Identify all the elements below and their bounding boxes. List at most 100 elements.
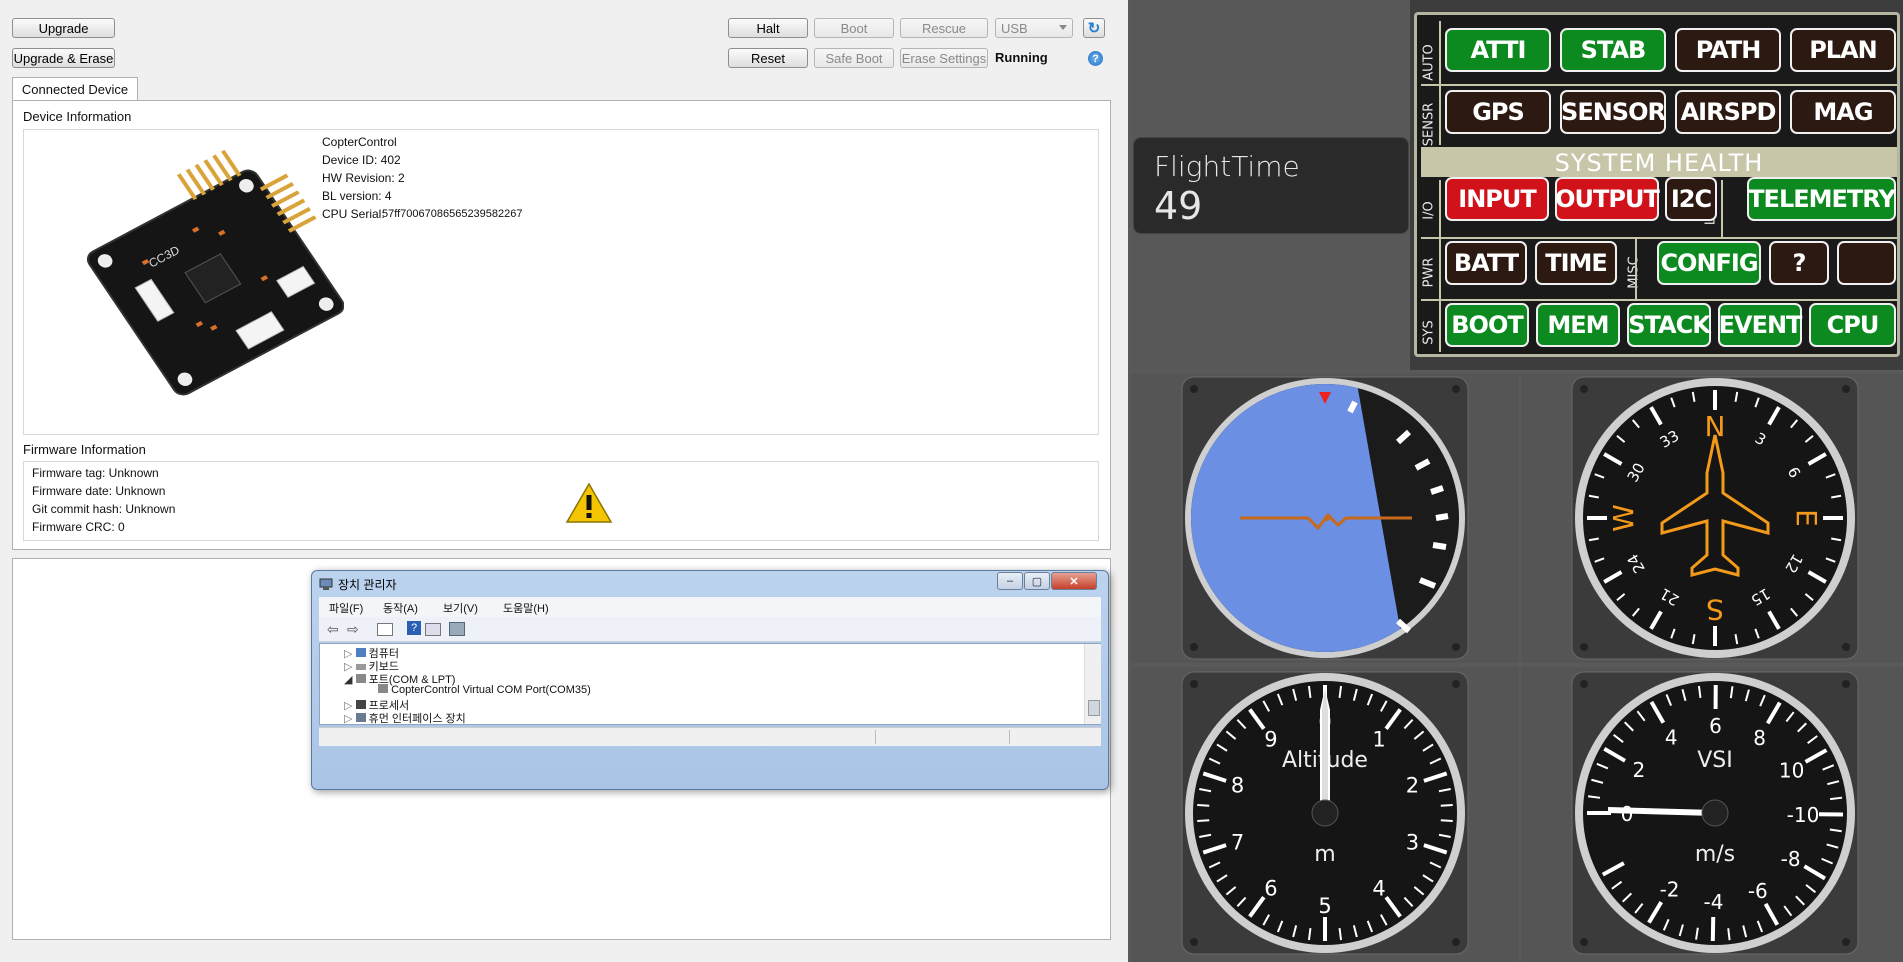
uploader-panel: Upgrade Upgrade & Erase Halt Reset Boot … [0,0,1128,962]
vsi-label: -10 [1787,803,1820,827]
update-driver-icon[interactable] [425,623,441,636]
gauge-tick [1197,803,1210,807]
time-button[interactable]: TIME [1535,241,1617,285]
altimeter-label: 5 [1318,894,1331,918]
cpu-button[interactable]: CPU [1809,303,1896,347]
upgrade-button[interactable]: Upgrade [12,18,115,38]
refresh-icon: ↻ [1087,20,1101,37]
system-health-frame: SYSTEM HEALTH AUTO SENSR I/O LINK PWR MI… [1414,12,1900,357]
tree-item-com-port[interactable]: CopterControl Virtual COM Port(COM35) [378,684,591,696]
boot-status-button[interactable]: BOOT [1445,303,1529,347]
flight-time-panel: FlightTime 49 [1131,0,1409,370]
warning-icon [565,482,613,523]
atti-button[interactable]: ATTI [1445,28,1551,72]
batt-button[interactable]: BATT [1445,241,1527,285]
config-button[interactable]: CONFIG [1657,241,1761,285]
device-info-group: CC3D CopterControl Device ID: 402 HW Rev… [23,129,1099,435]
scan-hardware-icon[interactable] [449,622,465,636]
help-icon[interactable]: ? [407,621,421,635]
gps-button[interactable]: GPS [1445,90,1551,134]
menu-view[interactable]: 보기(V) [443,600,478,616]
mag-button[interactable]: MAG [1790,90,1896,134]
vsi-label: -6 [1748,879,1768,903]
boot-button[interactable]: Boot [814,18,894,38]
vsi-unit: m/s [1695,842,1735,867]
scrollbar[interactable] [1084,644,1101,724]
mem-button[interactable]: MEM [1536,303,1620,347]
firmware-tag: Firmware tag: Unknown [32,466,159,480]
path-button[interactable]: PATH [1675,28,1781,72]
upgrade-erase-button[interactable]: Upgrade & Erase [12,48,115,68]
stack-button[interactable]: STACK [1627,303,1711,347]
status-bar [319,727,1101,746]
firmware-crc: Firmware CRC: 0 [32,520,125,534]
vsi-label: -4 [1704,890,1724,914]
device-manager-icon [319,578,333,590]
halt-button[interactable]: Halt [728,18,808,38]
altimeter-label: 8 [1231,774,1244,798]
gauge-tick [1440,803,1453,807]
scrollbar-thumb[interactable] [1088,700,1100,716]
altimeter-unit: m [1314,842,1335,867]
firmware-info-title: Firmware Information [23,442,146,457]
properties-icon[interactable] [377,623,393,636]
output-button[interactable]: OUTPUT [1555,177,1660,221]
forward-icon[interactable]: ⇨ [347,621,359,638]
maximize-button[interactable]: ▢ [1024,572,1050,590]
back-icon[interactable]: ⇦ [327,621,339,638]
tab-connected-device[interactable]: Connected Device [12,77,138,101]
device-manager-window: 장치 관리자 ‒ ▢ ✕ 파일(F) 동작(A) 보기(V) 도움말(H) ⇦ … [311,570,1109,790]
device-id: Device ID: 402 [322,153,401,167]
altimeter-label: 4 [1372,876,1385,900]
menu-help[interactable]: 도움말(H) [503,600,549,616]
safe-boot-button[interactable]: Safe Boot [814,48,894,68]
altimeter-gauge: 0123456789 Altitude m [1181,671,1469,955]
menu-action[interactable]: 동작(A) [383,600,418,616]
airspd-button[interactable]: AIRSPD [1675,90,1781,134]
vsi-label: -8 [1781,847,1801,871]
altimeter-label: 2 [1406,774,1419,798]
attitude-indicator [1181,376,1469,660]
vsi-label: 10 [1779,759,1804,783]
refresh-button[interactable]: ↻ [1083,18,1105,38]
tree-item-hid[interactable]: ▷ 휴먼 인터페이스 장치 [344,710,466,726]
rescue-button[interactable]: Rescue [900,18,988,38]
empty-button[interactable] [1837,241,1896,285]
compass-label: E [1790,509,1823,527]
system-health-title: SYSTEM HEALTH [1554,149,1764,177]
altimeter-label: 1 [1372,728,1385,752]
vsi-title: VSI [1697,748,1733,773]
reset-button[interactable]: Reset [728,48,808,68]
flight-time-value: 49 [1154,184,1203,228]
status-label: Running [995,50,1048,65]
window-title: 장치 관리자 [338,578,397,592]
port-select[interactable]: USB [995,18,1073,38]
telemetry-button[interactable]: TELEMETRY [1747,177,1896,221]
menu-file[interactable]: 파일(F) [329,600,363,616]
gauge-tick [1727,928,1731,941]
i2c-button[interactable]: I2C [1665,177,1717,221]
sensor-button[interactable]: SENSOR [1560,90,1666,134]
help-icon[interactable]: ? [1088,51,1103,66]
erase-settings-button[interactable]: Erase Settings [900,48,988,68]
tab-pane: Device Information CC3D CopterControl De… [12,100,1111,550]
close-button[interactable]: ✕ [1051,572,1097,590]
git-commit-hash: Git commit hash: Unknown [32,502,176,516]
event-button[interactable]: EVENT [1718,303,1802,347]
compass-label: W [1607,504,1640,532]
minimize-button[interactable]: ‒ [997,572,1023,590]
gauge-tick [1197,819,1210,823]
firmware-info-group: Firmware tag: Unknown Firmware date: Unk… [23,461,1099,541]
input-button[interactable]: INPUT [1445,177,1549,221]
stab-button[interactable]: STAB [1560,28,1666,72]
row-label-sensr: SENSR [1421,102,1437,147]
compass-label: S [1706,593,1724,626]
chevron-down-icon [1059,25,1067,30]
compass-gauge: N 36E1215S2124W3033 [1571,376,1859,660]
bl-version: BL version: 4 [322,189,392,203]
vsi-label: 6 [1709,714,1722,738]
cpu-serial-value: 57ff70067086565239582267 [382,208,523,220]
unknown-button[interactable]: ? [1769,241,1829,285]
plan-button[interactable]: PLAN [1790,28,1896,72]
gauge-tick [1440,819,1453,823]
